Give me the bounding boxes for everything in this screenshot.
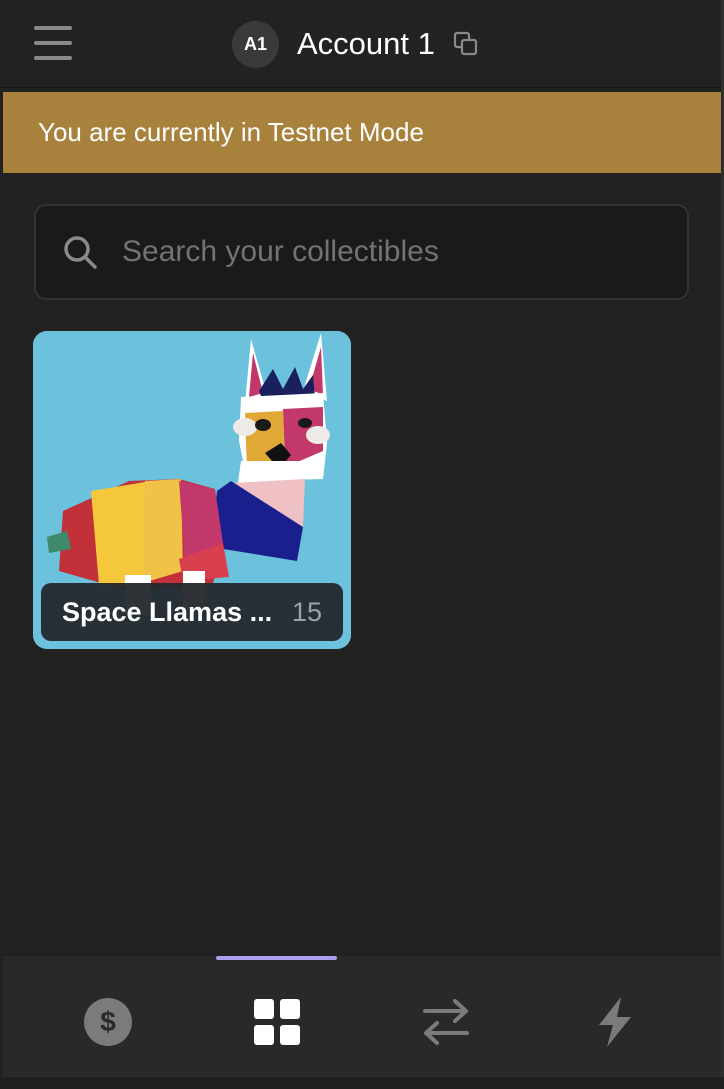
- account-name[interactable]: Account 1: [297, 26, 435, 62]
- search-icon: [64, 236, 97, 269]
- swap-arrows-icon: [423, 999, 469, 1045]
- collectible-count: 15: [291, 596, 322, 627]
- search-bar[interactable]: [34, 204, 689, 300]
- testnet-banner: You are currently in Testnet Mode: [3, 92, 724, 173]
- menu-icon[interactable]: [34, 26, 72, 60]
- bottom-nav: $: [3, 955, 721, 1077]
- active-tab-indicator: [216, 956, 337, 960]
- copy-icon[interactable]: [453, 31, 479, 57]
- nav-swap[interactable]: [416, 992, 476, 1052]
- nav-collectibles[interactable]: [247, 992, 307, 1052]
- collectible-card[interactable]: Space Llamas ... 15: [33, 331, 351, 649]
- wallet-app: A1 Account 1 You are currently in Testne…: [0, 0, 724, 1089]
- dollar-icon: $: [84, 998, 132, 1046]
- account-selector[interactable]: A1 Account 1: [232, 20, 479, 68]
- lightning-icon: [599, 997, 631, 1047]
- nav-activity[interactable]: [585, 992, 645, 1052]
- search-input[interactable]: [122, 222, 687, 282]
- avatar[interactable]: A1: [232, 20, 279, 68]
- collectible-title: Space Llamas ...: [62, 596, 273, 627]
- nav-tokens[interactable]: $: [78, 992, 138, 1052]
- banner-text: You are currently in Testnet Mode: [38, 117, 424, 147]
- header: A1 Account 1: [0, 0, 724, 88]
- collectible-label[interactable]: Space Llamas ... 15: [41, 583, 343, 641]
- bottom-strip: [0, 1077, 724, 1089]
- svg-text:$: $: [100, 1006, 116, 1037]
- grid-icon: [254, 999, 300, 1045]
